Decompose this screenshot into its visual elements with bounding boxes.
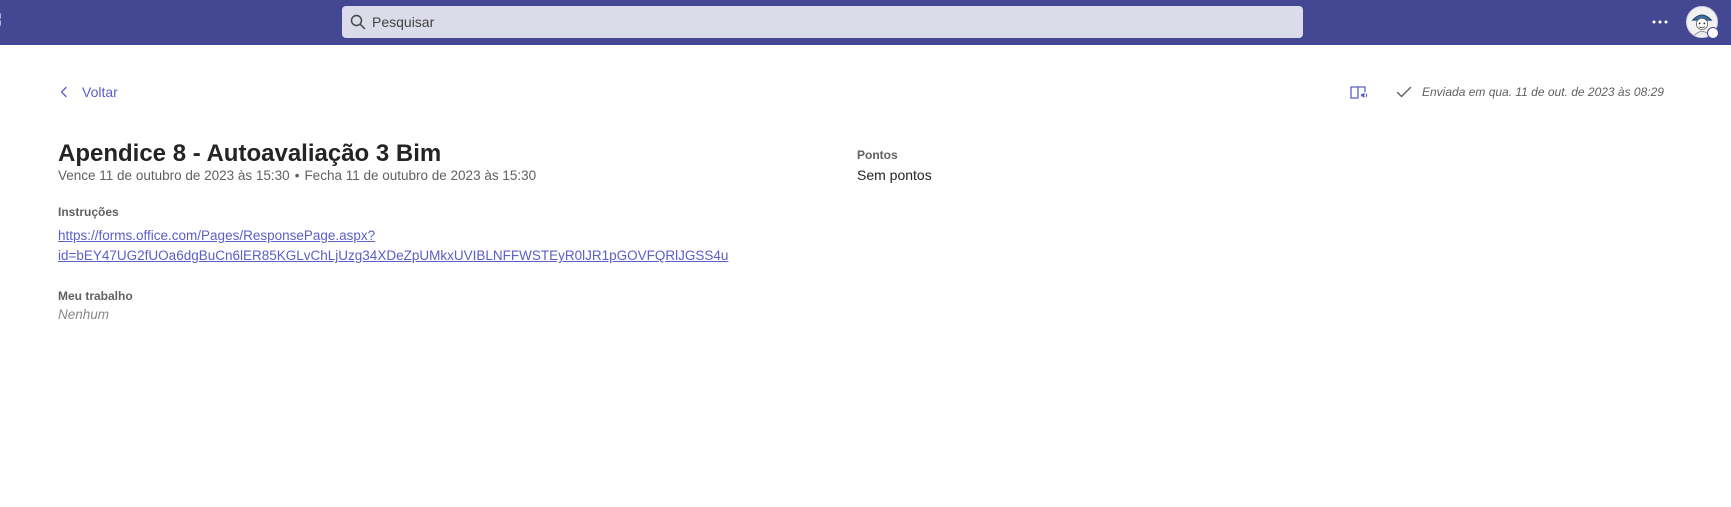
immersive-reader-icon[interactable] — [1350, 84, 1368, 100]
apps-grid-icon[interactable] — [0, 12, 6, 28]
more-options-icon[interactable] — [1648, 10, 1672, 34]
instructions-label: Instruções — [58, 205, 119, 219]
checkmark-icon — [1396, 86, 1412, 98]
points-label: Pontos — [857, 148, 898, 162]
date-separator: • — [294, 168, 300, 183]
search-box[interactable]: Pesquisar — [342, 6, 1303, 38]
user-avatar[interactable] — [1686, 6, 1719, 39]
due-date: Vence 11 de outubro de 2023 às 15:30 — [58, 168, 290, 183]
assignment-title: Apendice 8 - Autoavaliação 3 Bim — [58, 140, 442, 167]
top-bar: Pesquisar — [0, 0, 1731, 45]
search-icon — [350, 14, 366, 30]
instructions-link-line-1[interactable]: https://forms.office.com/Pages/ResponseP… — [58, 226, 758, 246]
my-work-value: Nenhum — [58, 307, 110, 322]
submitted-timestamp: Enviada em qua. 11 de out. de 2023 às 08… — [1422, 85, 1664, 99]
back-label[interactable]: Voltar — [82, 82, 118, 102]
presence-status-icon — [1707, 27, 1719, 39]
points-value: Sem pontos — [857, 167, 932, 183]
assignment-dates: Vence 11 de outubro de 2023 às 15:30 • Fec… — [58, 168, 536, 184]
my-work-label: Meu trabalho — [58, 289, 133, 303]
close-date: Fecha 11 de outubro de 2023 às 15:30 — [304, 168, 537, 183]
submission-status: Enviada em qua. 11 de out. de 2023 às 08… — [1396, 84, 1664, 100]
instructions-link[interactable]: https://forms.office.com/Pages/ResponseP… — [58, 226, 758, 266]
search-placeholder[interactable]: Pesquisar — [372, 13, 434, 31]
back-button[interactable]: Voltar — [58, 82, 118, 102]
instructions-link-line-2[interactable]: id=bEY47UG2fUOa6dgBuCn6lER85KGLvChLjUzg3… — [58, 246, 758, 266]
chevron-left-icon — [60, 86, 67, 98]
